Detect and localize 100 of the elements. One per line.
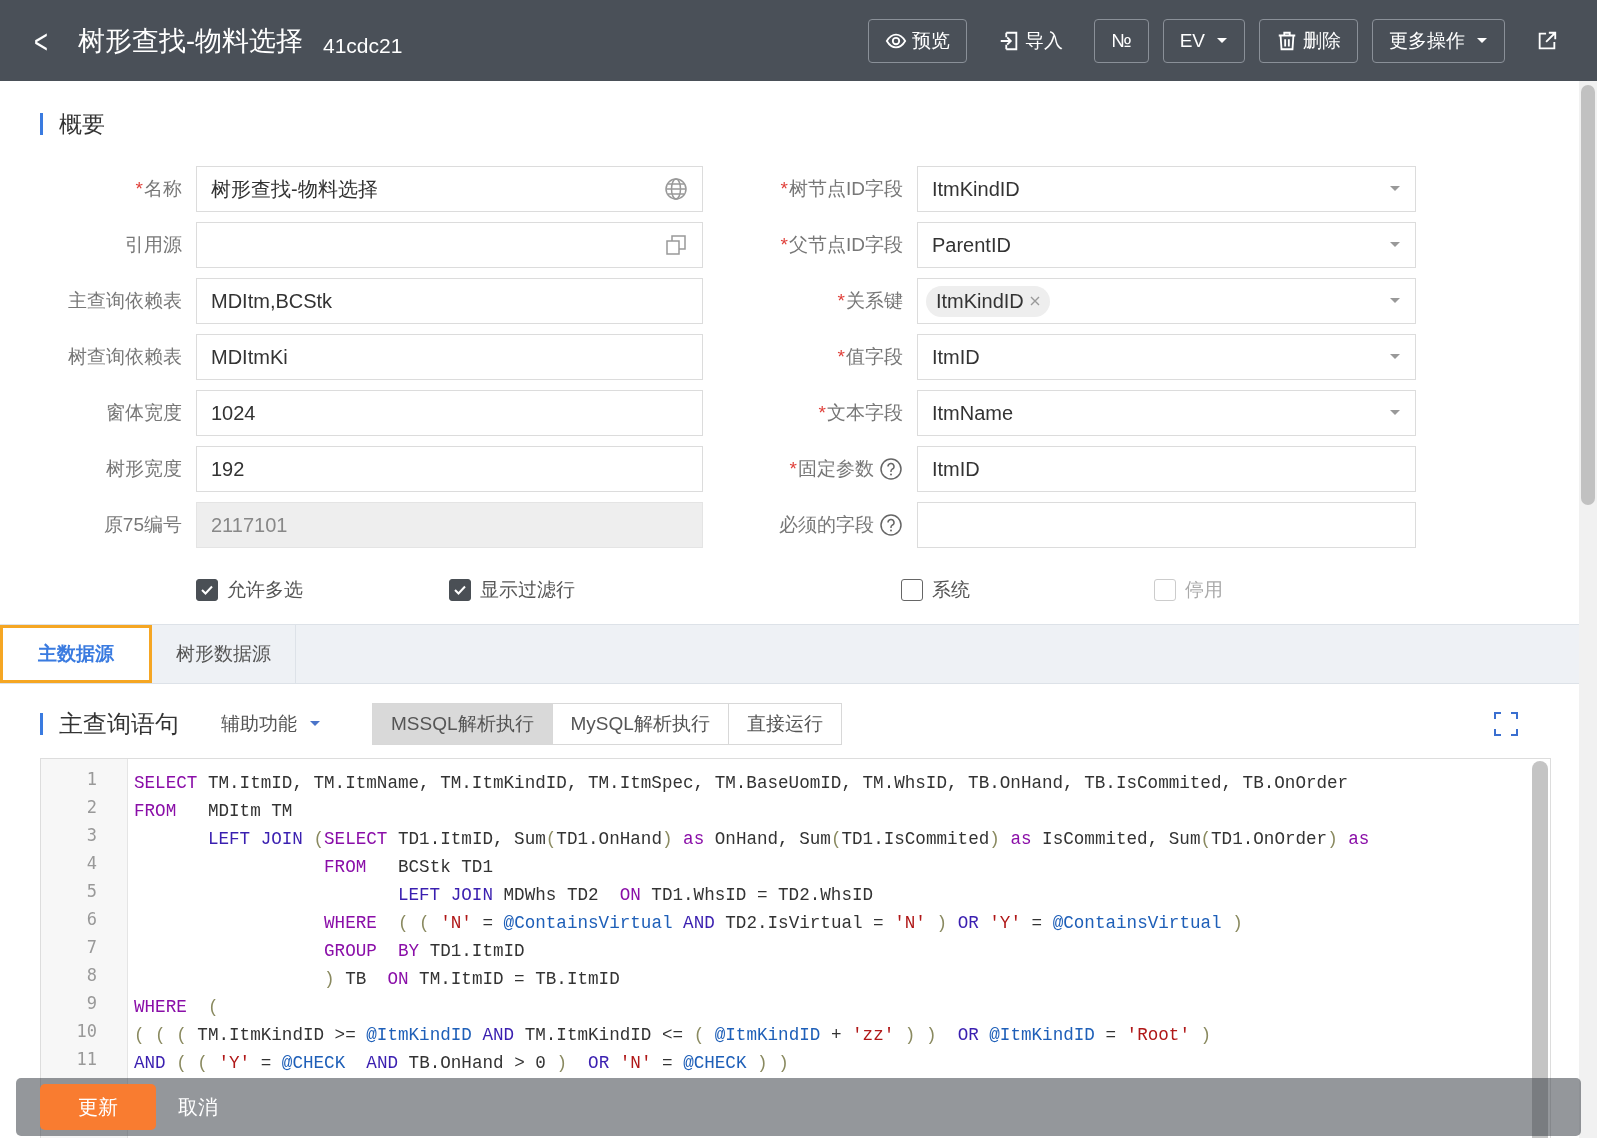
field-label: 窗体宽度: [106, 401, 182, 425]
code-line: AND ( ( 'Y' = @CHECK AND TB.OnHand > 0 ) OR 'N' = @CHECK ) ): [134, 1052, 790, 1075]
dropdown-caret-icon: [1389, 241, 1401, 249]
checkmark-icon: [453, 583, 467, 597]
line-number: 5: [85, 880, 98, 903]
input-field[interactable]: MDItm,BCStk: [196, 278, 703, 324]
checkbox-label: 系统: [932, 578, 970, 602]
field-label: 名称: [144, 177, 182, 201]
input-field[interactable]: ItmID: [917, 446, 1416, 492]
checkbox-label: 显示过滤行: [480, 578, 575, 602]
page-title: 树形查找-物料选择: [78, 24, 303, 58]
code-line: WHERE ( ( 'N' = @ContainsVirtual AND TD2.IsVirtual = 'N' ) OR 'Y' = @ContainsVirtual ): [323, 912, 1244, 935]
line-number: 3: [85, 824, 98, 847]
code-line: GROUP BY TD1.ItmID: [323, 940, 526, 963]
fullscreen-icon: [1493, 711, 1519, 737]
section-title: 主查询语句: [59, 709, 179, 739]
code-line: ) TB ON TM.ItmID = TB.ItmID: [323, 968, 621, 991]
select-field[interactable]: ParentID: [917, 222, 1416, 268]
caret-icon: [1216, 36, 1228, 45]
line-number: 7: [85, 936, 98, 959]
scrollbar-thumb[interactable]: [1581, 85, 1595, 505]
field-label: 必须的字段: [779, 513, 874, 537]
checkbox-label: 允许多选: [227, 578, 303, 602]
code-line: LEFT JOIN (SELECT TD1.ItmID, Sum(TD1.OnHand) as OnHand, Sum(TD1.IsCommited) as IsCommited, Sum(TD1.OnOrder) as: [206, 828, 1371, 851]
field-label: 树查询依赖表: [68, 345, 182, 369]
mode-button[interactable]: MSSQL解析执行: [372, 703, 553, 745]
required-mark: *: [789, 458, 797, 480]
code-line: WHERE (: [134, 996, 220, 1019]
line-number: 10: [75, 1020, 98, 1043]
mode-button[interactable]: 直接运行: [727, 703, 842, 745]
dropdown-caret-icon: [1389, 297, 1401, 305]
globe-icon: [664, 177, 688, 201]
toolbar-button[interactable]: 删除: [1259, 18, 1358, 63]
field-label: 原75编号: [103, 513, 182, 537]
toolbar-button[interactable]: 更多操作: [1372, 18, 1505, 63]
field-label: 树节点ID字段: [789, 177, 903, 201]
input-field[interactable]: 1024: [196, 390, 703, 436]
checkbox[interactable]: [196, 579, 218, 601]
trash-icon: [1276, 29, 1298, 52]
field-label: 主查询依赖表: [68, 289, 182, 313]
checkbox[interactable]: [449, 579, 471, 601]
checkbox-label: 停用: [1185, 578, 1223, 602]
input-field[interactable]: 192: [196, 446, 703, 492]
tag-chip: ItmKindID: [926, 285, 1050, 317]
caret-icon: [1476, 36, 1488, 45]
line-number: 9: [85, 992, 98, 1015]
record-code: 41cdc21: [322, 32, 404, 58]
back-button[interactable]: <: [33, 23, 53, 58]
tab[interactable]: 主数据源: [0, 625, 152, 683]
code-line: FROM BCStk TD1: [323, 856, 494, 879]
remove-icon: [1029, 296, 1040, 306]
input-field[interactable]: MDItmKi: [196, 334, 703, 380]
scrollbar[interactable]: [1532, 761, 1548, 1138]
line-number: 4: [85, 852, 98, 875]
field-label: 引用源: [125, 233, 182, 257]
copy-icon: [664, 233, 688, 257]
field-label: 值字段: [846, 345, 903, 369]
scrollbar[interactable]: [1579, 81, 1597, 1138]
code-line: FROM MDItm TM: [134, 800, 294, 823]
dropdown-caret-icon: [1389, 409, 1401, 417]
line-number: 11: [75, 1048, 98, 1071]
line-number: 8: [85, 964, 98, 987]
input-field[interactable]: 树形查找-物料选择: [196, 166, 703, 212]
dropdown-caret-icon: [1389, 185, 1401, 193]
input-field[interactable]: [917, 502, 1416, 548]
code-line: ( ( ( TM.ItmKindID >= @ItmKindID AND TM.ItmKindID <= ( @ItmKindID + 'zz' ) ) OR @ItmKindID = 'Root' ): [134, 1024, 1213, 1047]
select-field[interactable]: ItmName: [917, 390, 1416, 436]
section-title: 概要: [59, 109, 105, 139]
required-mark: *: [837, 346, 845, 368]
select-field[interactable]: ItmKindID: [917, 278, 1416, 324]
toolbar-button[interactable]: 预览: [868, 18, 968, 63]
field-label: 文本字段: [827, 401, 903, 425]
checkbox[interactable]: [901, 579, 923, 601]
required-mark: *: [135, 178, 143, 200]
toolbar-button[interactable]: №: [1094, 18, 1149, 63]
line-number: 2: [85, 796, 98, 819]
code-line: LEFT JOIN MDWhs TD2 ON TD1.WhsID = TD2.WhsID: [396, 884, 875, 907]
caret-icon: [309, 720, 321, 728]
tab[interactable]: 树形数据源: [152, 625, 296, 683]
input-field[interactable]: [196, 222, 703, 268]
mode-button[interactable]: MySQL解析执行: [551, 703, 729, 745]
dropdown-caret-icon: [1389, 353, 1401, 361]
dropdown-button[interactable]: 辅助功能: [215, 710, 327, 738]
field-label: 固定参数: [798, 457, 874, 481]
required-mark: *: [780, 178, 788, 200]
checkmark-icon: [200, 583, 214, 597]
field-label: 父节点ID字段: [789, 233, 903, 257]
field-label: 关系键: [846, 289, 903, 313]
field-label: 树形宽度: [106, 457, 182, 481]
share-icon: [1536, 29, 1558, 52]
line-number: 6: [85, 908, 98, 931]
select-field[interactable]: ItmKindID: [917, 166, 1416, 212]
line-number: 1: [85, 768, 98, 791]
code-line: SELECT TM.ItmID, TM.ItmName, TM.ItmKindID, TM.ItmSpec, TM.BaseUomID, TM.WhsID, TB.OnHand, TB.IsCommited, TB.OnOrder: [134, 772, 1350, 795]
required-mark: *: [818, 402, 826, 424]
select-field[interactable]: ItmID: [917, 334, 1416, 380]
required-mark: *: [837, 290, 845, 312]
toolbar-button[interactable]: 导入: [981, 18, 1081, 63]
toolbar-button[interactable]: EV: [1162, 18, 1245, 63]
required-mark: *: [780, 234, 788, 256]
